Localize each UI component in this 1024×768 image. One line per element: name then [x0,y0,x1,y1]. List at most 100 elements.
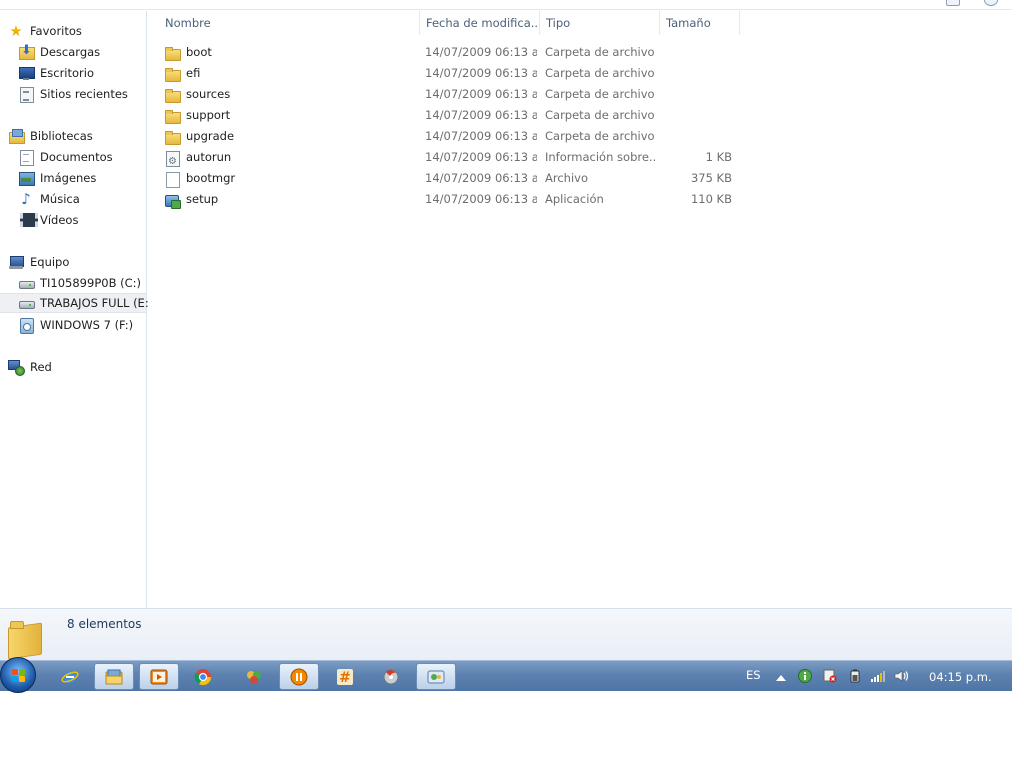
nav-item-drive-e[interactable]: TRABAJOS FULL (E:) [0,293,153,313]
file-name: efi [186,66,201,80]
help-button[interactable] [984,0,998,6]
language-indicator[interactable]: ES [746,668,761,682]
file-date: 14/07/2009 06:13 a... [425,45,537,59]
file-size [665,63,732,84]
pictures-icon [18,170,35,186]
file-name: bootmgr [186,171,236,185]
file-name: sources [186,87,231,101]
file-name: autorun [186,150,232,164]
folder-icon [164,66,181,82]
nav-item-label: TI105899P0B (C:) [40,276,141,290]
taskbar-control-panel[interactable] [416,663,456,690]
nav-item-label: Sitios recientes [40,87,128,101]
downloads-icon [18,43,35,60]
music-icon: ♪ [21,190,31,208]
nav-computer-label: Equipo [30,255,70,269]
nav-item-documents[interactable]: Documentos [18,147,164,167]
file-size: 375 KB [690,171,732,185]
file-date: 14/07/2009 06:13 a... [425,171,537,185]
item-count: 8 elementos [67,617,142,631]
file-type: Archivo [545,171,588,185]
column-header-name-label: Nombre [165,16,211,30]
table-row[interactable]: support 14/07/2009 06:13 a... Carpeta de… [148,105,1012,126]
videos-icon [18,212,38,228]
column-header-size[interactable]: Tamaño [659,11,740,35]
file-date: 14/07/2009 06:13 a... [425,66,537,80]
folder-large-icon [8,617,42,657]
file-name: boot [186,45,212,59]
file-list: Nombre Fecha de modifica... Tipo Tamaño … [148,11,1012,608]
nav-libraries-label: Bibliotecas [30,129,93,143]
column-header-name[interactable]: Nombre [158,11,420,35]
file-date: 14/07/2009 06:13 a... [425,192,537,206]
info-icon[interactable] [798,669,812,683]
nav-item-desktop[interactable]: Escritorio [18,63,164,83]
nav-item-drive-f[interactable]: WINDOWS 7 (F:) [18,315,164,335]
explorer-window: ★ Favoritos Descargas Escritorio Sitios … [0,0,1012,660]
table-row[interactable]: boot 14/07/2009 06:13 a... Carpeta de ar… [148,42,1012,63]
nav-item-pictures[interactable]: Imágenes [18,168,164,188]
nav-libraries[interactable]: Bibliotecas [8,126,154,146]
vlc-icon [290,668,308,686]
file-type: Aplicación [545,192,604,206]
taskbar-hash-app[interactable]: # [325,663,365,690]
table-row[interactable]: autorun 14/07/2009 06:13 a... Informació… [148,147,1012,168]
clock[interactable]: 04:15 p.m. [929,670,992,684]
column-header-size-label: Tamaño [666,16,711,30]
setup-app-icon [164,192,181,209]
show-hidden-icons-icon[interactable] [776,671,790,685]
table-row[interactable]: upgrade 14/07/2009 06:13 a... Carpeta de… [148,126,1012,147]
preview-pane-button[interactable] [946,0,960,6]
nav-network-label: Red [30,360,52,374]
nav-item-label: Documentos [40,150,113,164]
file-icon [164,171,180,188]
libraries-icon [8,128,25,144]
network-signal-icon[interactable] [870,669,885,683]
nav-item-label: TRABAJOS FULL (E:) [40,296,154,310]
file-type: Carpeta de archivos [545,66,655,80]
table-row[interactable]: setup 14/07/2009 06:13 a... Aplicación 1… [148,189,1012,210]
nav-item-downloads[interactable]: Descargas [18,42,164,62]
taskbar-file-explorer[interactable] [94,663,134,690]
file-date: 14/07/2009 06:13 a... [425,108,537,122]
table-row[interactable]: efi 14/07/2009 06:13 a... Carpeta de arc… [148,63,1012,84]
desktop-icon [18,65,35,81]
chrome-icon [194,668,212,686]
volume-icon[interactable] [894,669,909,683]
nav-favorites[interactable]: ★ Favoritos [8,21,154,41]
file-type: Información sobre... [545,150,655,164]
taskbar: # ES 04:15 p.m. [0,657,1012,693]
folder-icon [164,45,181,61]
taskbar-vlc[interactable] [279,663,319,690]
table-row[interactable]: sources 14/07/2009 06:13 a... Carpeta de… [148,84,1012,105]
nav-item-music[interactable]: ♪ Música [18,189,164,209]
folder-icon [164,129,181,145]
nav-item-recent-places[interactable]: Sitios recientes [18,84,164,104]
column-header-date[interactable]: Fecha de modifica... [419,11,540,35]
nav-network[interactable]: Red [8,357,154,377]
action-center-icon[interactable] [823,669,837,683]
taskbar-internet-explorer[interactable] [50,663,90,690]
column-header-type[interactable]: Tipo [539,11,660,35]
nav-item-videos[interactable]: Vídeos [18,210,164,230]
nav-item-label: Descargas [40,45,101,59]
nav-item-drive-c[interactable]: TI105899P0B (C:) [18,273,164,293]
file-size [665,105,732,126]
folder-icon [164,87,181,103]
recent-places-icon [18,86,34,103]
toolbar-strip [0,0,1012,10]
nav-computer[interactable]: Equipo [8,252,154,272]
start-button[interactable] [0,657,36,693]
nav-item-label: Música [40,192,80,206]
table-row[interactable]: bootmgr 14/07/2009 06:13 a... Archivo 37… [148,168,1012,189]
taskbar-burning-app[interactable] [371,663,411,690]
file-date: 14/07/2009 06:13 a... [425,87,537,101]
taskbar-chrome[interactable] [183,663,223,690]
settings-file-icon [164,150,180,168]
battery-icon[interactable] [848,669,862,683]
folder-icon [164,108,181,124]
taskbar-paint-app[interactable] [234,663,274,690]
file-size [665,84,732,105]
taskbar-media-player[interactable] [139,663,179,690]
navigation-pane: ★ Favoritos Descargas Escritorio Sitios … [0,11,153,608]
